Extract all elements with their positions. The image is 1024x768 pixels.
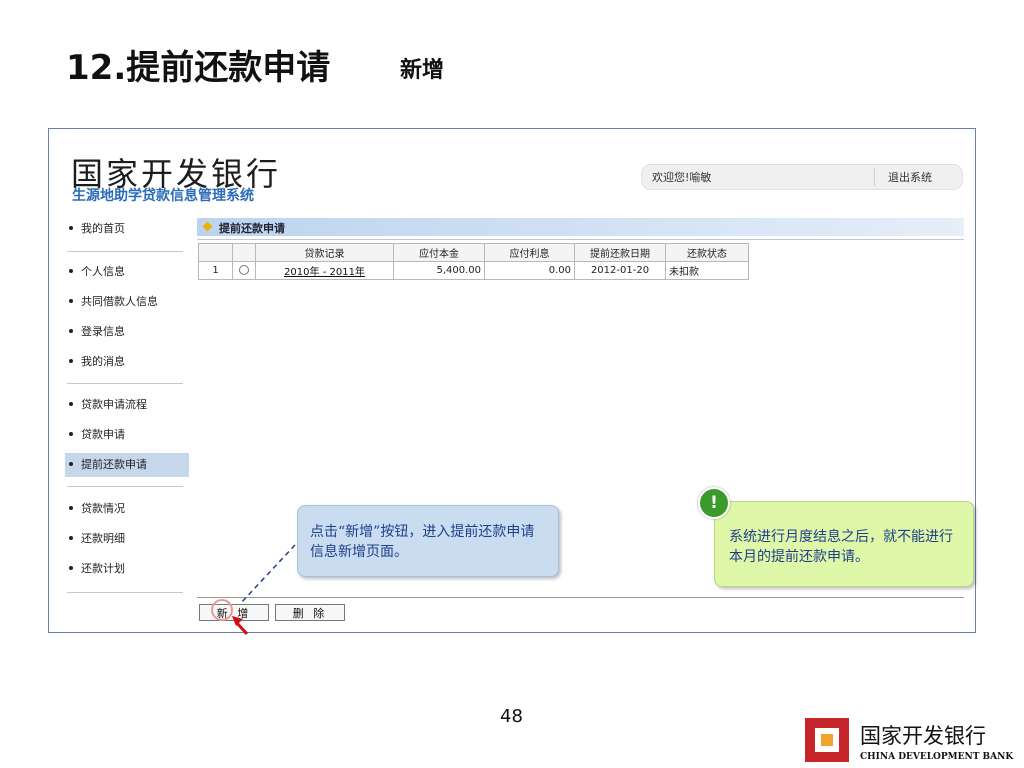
diamond-icon [202, 221, 213, 232]
column-header-status: 还款状态 [665, 243, 749, 262]
sidebar-item-login-info[interactable]: 登录信息 [65, 320, 189, 344]
sidebar-item-loan-process[interactable]: 贷款申请流程 [65, 393, 189, 417]
slide-subtitle: 新增 [400, 58, 445, 83]
sidebar-item-prepayment[interactable]: 提前还款申请 [65, 453, 189, 477]
column-header-date: 提前还款日期 [574, 243, 666, 262]
row-select-radio[interactable] [239, 265, 249, 275]
column-header-record: 贷款记录 [255, 243, 394, 262]
principal-cell: 5,400.00 [393, 261, 485, 280]
slide-title: 12.提前还款申请 [66, 48, 331, 88]
sidebar-item-label: 贷款情况 [81, 502, 125, 515]
row-index: 1 [198, 261, 233, 280]
sidebar-item-label: 还款明细 [81, 532, 125, 545]
dot-icon [69, 329, 73, 333]
logout-link[interactable]: 退出系统 [888, 169, 932, 185]
dot-icon [69, 299, 73, 303]
dot-icon [69, 506, 73, 510]
sidebar-item-label: 共同借款人信息 [81, 295, 158, 308]
table-header-row: 贷款记录 应付本金 应付利息 提前还款日期 还款状态 [198, 243, 749, 262]
click-highlight [211, 599, 233, 621]
footer-bank-name-en: CHINA DEVELOPMENT BANK [860, 752, 1014, 762]
sidebar-divider [67, 251, 183, 252]
sidebar-item-label: 贷款申请流程 [81, 398, 147, 411]
sidebar-item-repayment-details[interactable]: 还款明细 [65, 527, 189, 551]
alert-icon: ! [698, 487, 730, 519]
prepay-date-cell: 2012-01-20 [574, 261, 666, 280]
row-select-cell [232, 261, 256, 280]
sidebar-item-label: 我的首页 [81, 222, 125, 235]
sidebar-item-loan-apply[interactable]: 贷款申请 [65, 423, 189, 447]
column-header-interest: 应付利息 [484, 243, 575, 262]
hint-callout: 点击“新增”按钮，进入提前还款申请信息新增页面。 [297, 505, 559, 577]
sidebar-item-label: 还款计划 [81, 562, 125, 575]
sidebar-divider [67, 383, 183, 384]
dot-icon [69, 359, 73, 363]
sidebar-item-personal-info[interactable]: 个人信息 [65, 260, 189, 284]
prepayment-table: 贷款记录 应付本金 应付利息 提前还款日期 还款状态 1 2010年 - 201… [198, 243, 749, 280]
interest-cell: 0.00 [484, 261, 575, 280]
column-header-index [198, 243, 233, 262]
footer-bank-name: 国家开发银行 [860, 724, 986, 748]
welcome-divider [874, 168, 875, 186]
sidebar-item-messages[interactable]: 我的消息 [65, 350, 189, 374]
column-header-select [232, 243, 256, 262]
sidebar-item-repayment-plan[interactable]: 还款计划 [65, 557, 189, 581]
welcome-text: 欢迎您!喻敏 [652, 171, 712, 184]
dot-icon [69, 226, 73, 230]
status-cell: 未扣款 [665, 261, 749, 280]
loan-record-link[interactable]: 2010年 - 2011年 [255, 261, 394, 280]
delete-button[interactable]: 删 除 [275, 604, 345, 621]
panel-title: 提前还款申请 [219, 222, 285, 235]
sidebar-item-label: 我的消息 [81, 355, 125, 368]
sidebar-item-label: 个人信息 [81, 265, 125, 278]
add-button[interactable]: 新 增 [199, 604, 269, 621]
panel-divider [197, 239, 964, 240]
sidebar-item-label: 贷款申请 [81, 428, 125, 441]
warning-callout: 系统进行月度结息之后，就不能进行本月的提前还款申请。 [714, 501, 974, 587]
dot-icon [69, 566, 73, 570]
sidebar-item-co-borrower[interactable]: 共同借款人信息 [65, 290, 189, 314]
dot-icon [69, 462, 73, 466]
brand-subtitle: 生源地助学贷款信息管理系统 [72, 188, 254, 204]
sidebar-divider [67, 592, 183, 593]
dot-icon [69, 269, 73, 273]
sidebar-item-home[interactable]: 我的首页 [65, 217, 189, 241]
sidebar-divider [67, 486, 183, 487]
toolbar-divider [197, 597, 964, 598]
dot-icon [69, 536, 73, 540]
sidebar-item-label: 登录信息 [81, 325, 125, 338]
table-row[interactable]: 1 2010年 - 2011年 5,400.00 0.00 2012-01-20… [198, 261, 749, 280]
sidebar-item-loan-status[interactable]: 贷款情况 [65, 497, 189, 521]
panel-header: 提前还款申请 [197, 218, 964, 236]
dot-icon [69, 432, 73, 436]
sidebar-item-label: 提前还款申请 [81, 458, 147, 471]
welcome-bar: 欢迎您!喻敏 退出系统 [641, 164, 963, 190]
dot-icon [69, 402, 73, 406]
column-header-principal: 应付本金 [393, 243, 485, 262]
cdb-logo-icon [805, 718, 849, 762]
page-number: 48 [500, 706, 523, 727]
